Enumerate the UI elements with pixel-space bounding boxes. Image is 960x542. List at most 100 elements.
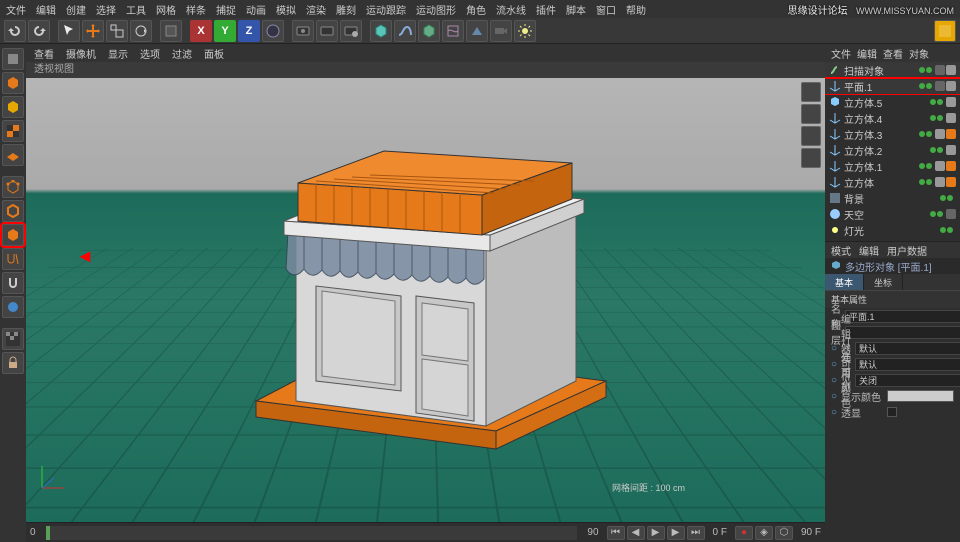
cube-primitive-button[interactable]: [370, 20, 392, 42]
obj-row-2[interactable]: 立方体.5: [825, 94, 960, 110]
obj-visibility[interactable]: [919, 131, 932, 137]
menu-3[interactable]: 选择: [96, 2, 116, 17]
obj-visibility[interactable]: [940, 195, 953, 201]
tag-check-icon[interactable]: [935, 177, 945, 187]
axis-y-button[interactable]: Y: [214, 20, 236, 42]
point-mode-button[interactable]: [2, 176, 24, 198]
light-button[interactable]: [514, 20, 536, 42]
tag-check-icon[interactable]: [935, 129, 945, 139]
menu-15[interactable]: 流水线: [496, 2, 526, 17]
obj-row-8[interactable]: 背景: [825, 190, 960, 206]
obj-visibility[interactable]: [930, 211, 943, 217]
menu-11[interactable]: 雕刻: [336, 2, 356, 17]
tag-check-icon[interactable]: [935, 161, 945, 171]
menu-1[interactable]: 编辑: [36, 2, 56, 17]
tag-pen-icon[interactable]: [935, 65, 945, 75]
layout-button[interactable]: [934, 20, 956, 42]
redo-button[interactable]: [28, 20, 50, 42]
timeline[interactable]: 0 90 ⏮ ◀ ▶ ▶ ⏭ 0 F ● ◈ ⬡ 90 F: [26, 522, 825, 542]
polygon-mode-button[interactable]: [2, 224, 24, 246]
obj-row-0[interactable]: 扫描对象: [825, 62, 960, 78]
attr-color-5[interactable]: [887, 390, 954, 402]
obj-visibility[interactable]: [919, 163, 932, 169]
objmgr-tab-3[interactable]: 对象: [909, 46, 929, 61]
menu-18[interactable]: 窗口: [596, 2, 616, 17]
vpmenu-3[interactable]: 选项: [140, 46, 160, 61]
tag-check-icon[interactable]: [946, 65, 956, 75]
camera-button[interactable]: [490, 20, 512, 42]
tag-check-icon[interactable]: [946, 97, 956, 107]
obj-visibility[interactable]: [919, 67, 932, 73]
object-mode-button[interactable]: [2, 96, 24, 118]
attr-input-0[interactable]: [845, 310, 960, 323]
object-tree[interactable]: 扫描对象平面.1立方体.5立方体.4立方体.3立方体.2立方体.1立方体背景天空…: [825, 62, 960, 242]
coord-system-button[interactable]: [262, 20, 284, 42]
obj-visibility[interactable]: [919, 179, 932, 185]
prev-frame-button[interactable]: ◀: [627, 526, 645, 540]
attr-tab-basic[interactable]: 基本: [825, 274, 864, 290]
next-frame-button[interactable]: ▶: [667, 526, 685, 540]
tag-check-icon[interactable]: [946, 145, 956, 155]
objmgr-tab-1[interactable]: 编辑: [857, 46, 877, 61]
menu-5[interactable]: 网格: [156, 2, 176, 17]
timeline-track[interactable]: [46, 526, 578, 540]
axis-z-button[interactable]: Z: [238, 20, 260, 42]
tag-pen-icon[interactable]: [935, 81, 945, 91]
vpmenu-2[interactable]: 显示: [108, 46, 128, 61]
obj-row-1[interactable]: 平面.1: [825, 78, 960, 94]
attr-tab-coord[interactable]: 坐标: [864, 274, 903, 290]
render-button[interactable]: [292, 20, 314, 42]
tag-orange-icon[interactable]: [946, 161, 956, 171]
edge-mode-button[interactable]: [2, 200, 24, 222]
generator-button[interactable]: [418, 20, 440, 42]
menu-13[interactable]: 运动图形: [416, 2, 456, 17]
obj-row-7[interactable]: 立方体: [825, 174, 960, 190]
uv-mode-button[interactable]: [2, 248, 24, 270]
tag-orange-icon[interactable]: [946, 129, 956, 139]
attr-input-4[interactable]: [855, 374, 960, 387]
undo-button[interactable]: [4, 20, 26, 42]
record-button[interactable]: ●: [735, 526, 753, 540]
vpmenu-5[interactable]: 面板: [204, 46, 224, 61]
objmgr-tab-2[interactable]: 查看: [883, 46, 903, 61]
goto-end-button[interactable]: ⏭: [687, 526, 705, 540]
scene-button[interactable]: [466, 20, 488, 42]
lock-button[interactable]: [2, 352, 24, 374]
scale-tool[interactable]: [106, 20, 128, 42]
obj-visibility[interactable]: [930, 115, 943, 121]
tag-orange-icon[interactable]: [946, 177, 956, 187]
menu-16[interactable]: 插件: [536, 2, 556, 17]
menu-9[interactable]: 模拟: [276, 2, 296, 17]
deformer-button[interactable]: [442, 20, 464, 42]
menu-19[interactable]: 帮助: [626, 2, 646, 17]
menu-14[interactable]: 角色: [466, 2, 486, 17]
autokey-button[interactable]: ◈: [755, 526, 773, 540]
attr-input-1[interactable]: [845, 326, 960, 339]
obj-row-4[interactable]: 立方体.3: [825, 126, 960, 142]
play-button[interactable]: ▶: [647, 526, 665, 540]
viewport-nav-widget[interactable]: [801, 82, 821, 168]
menu-4[interactable]: 工具: [126, 2, 146, 17]
make-editable-button[interactable]: [2, 48, 24, 70]
attr-mode-2[interactable]: 用户数据: [887, 243, 927, 258]
vpmenu-4[interactable]: 过滤: [172, 46, 192, 61]
tag-check-icon[interactable]: [946, 113, 956, 123]
menu-17[interactable]: 脚本: [566, 2, 586, 17]
vpmenu-1[interactable]: 摄像机: [66, 46, 96, 61]
attr-checkbox-6[interactable]: [887, 407, 897, 417]
attr-mode-0[interactable]: 模式: [831, 243, 851, 258]
soft-select-button[interactable]: [2, 296, 24, 318]
viewport[interactable]: ◄ 网格间距 : 100 cm: [26, 78, 825, 522]
key-pos-button[interactable]: ⬡: [775, 526, 793, 540]
menu-6[interactable]: 样条: [186, 2, 206, 17]
snap-button[interactable]: [2, 272, 24, 294]
render-pv-button[interactable]: [316, 20, 338, 42]
obj-visibility[interactable]: [930, 99, 943, 105]
workplane-button[interactable]: [2, 144, 24, 166]
render-settings-button[interactable]: [340, 20, 362, 42]
obj-row-3[interactable]: 立方体.4: [825, 110, 960, 126]
attr-input-2[interactable]: [855, 342, 960, 355]
menu-2[interactable]: 创建: [66, 2, 86, 17]
axis-x-button[interactable]: X: [190, 20, 212, 42]
menu-10[interactable]: 渲染: [306, 2, 326, 17]
